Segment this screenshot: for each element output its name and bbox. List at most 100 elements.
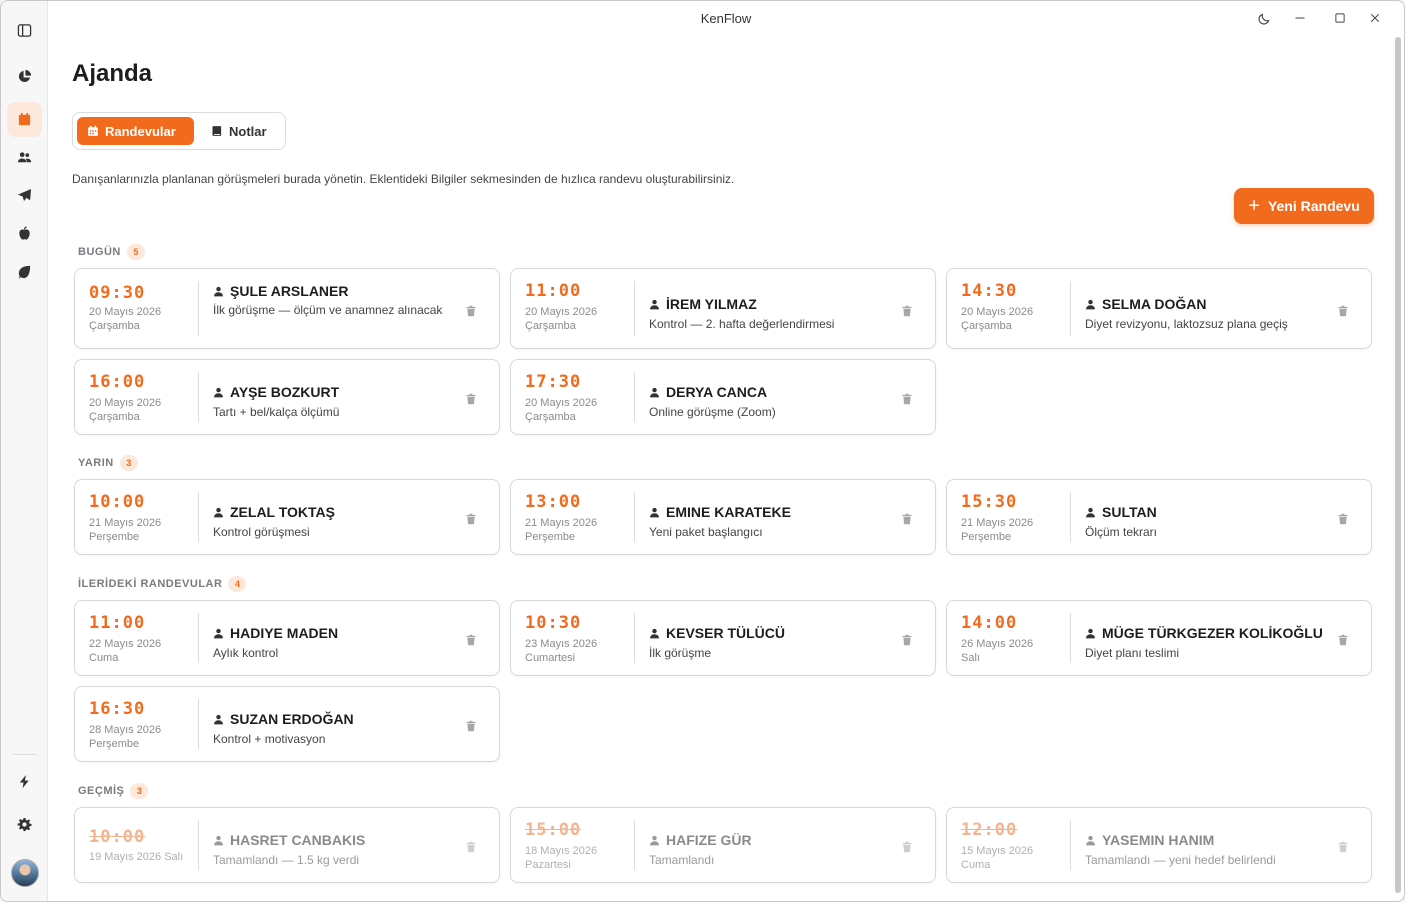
- client-name-text: MÜGE TÜRKGEZER KOLİKOĞLU: [1102, 625, 1323, 641]
- appointment-date-text: 26 Mayıs 2026: [961, 638, 1034, 650]
- leaf-icon[interactable]: [7, 254, 42, 289]
- trash-icon[interactable]: [465, 840, 477, 853]
- trash-icon[interactable]: [1337, 633, 1349, 646]
- tab-randevular[interactable]: Randevular: [77, 117, 194, 145]
- appointment-day: Çarşamba: [961, 320, 1012, 332]
- appointment-time: 14:30: [961, 281, 1018, 301]
- trash-icon[interactable]: [465, 392, 477, 405]
- client-name-text: AYŞE BOZKURT: [230, 384, 340, 400]
- trash-icon[interactable]: [1337, 304, 1349, 317]
- appointment-date-text: 20 Mayıs 2026: [525, 397, 598, 409]
- appointment-card[interactable]: 17:30 20 Mayıs 2026 Çarşamba DERYA CANCA Onl…: [510, 359, 936, 435]
- close-icon[interactable]: [1365, 9, 1385, 27]
- appointment-time: 11:00: [525, 281, 582, 301]
- appointment-note: Tamamlandı — 1.5 kg verdi: [213, 853, 360, 867]
- trash-icon[interactable]: [901, 304, 913, 317]
- client-name-text: İREM YILMAZ: [666, 296, 757, 312]
- plus-icon: +: [1248, 195, 1260, 217]
- card-divider: [1070, 492, 1071, 542]
- client-name-text: HAFIZE GÜR: [666, 832, 752, 848]
- appointment-date: 20 Mayıs 2026 Çarşamba: [525, 305, 630, 333]
- appointment-day: Çarşamba: [89, 411, 140, 423]
- appointment-card[interactable]: 14:00 26 Mayıs 2026 Salı MÜGE TÜRKGEZER KOL…: [946, 600, 1372, 676]
- appointment-card[interactable]: 12:00 15 Mayıs 2026 Cuma YASEMIN HANIM Tamam…: [946, 807, 1372, 883]
- appointment-card[interactable]: 13:00 21 Mayıs 2026 Perşembe EMINE KARATEKE…: [510, 479, 936, 555]
- scrollbar[interactable]: [1395, 35, 1401, 895]
- section-upcoming: İLERİDEKİ RANDEVULAR 4: [78, 576, 247, 592]
- appointment-time: 10:00: [89, 492, 146, 512]
- appointment-card[interactable]: 10:00 21 Mayıs 2026 Perşembe ZELAL TOKTAŞ Ko…: [74, 479, 500, 555]
- trash-icon[interactable]: [901, 633, 913, 646]
- person-icon: [214, 387, 223, 397]
- trash-icon[interactable]: [1337, 840, 1349, 853]
- appointment-card[interactable]: 16:30 28 Mayıs 2026 Perşembe SUZAN ERDOĞAN K…: [74, 686, 500, 762]
- appointment-note: Diyet planı teslimi: [1085, 646, 1180, 660]
- appointment-time: 15:00: [525, 820, 582, 840]
- appointment-card[interactable]: 10:00 19 Mayıs 2026 Salı HASRET CANBAKIS Ta…: [74, 807, 500, 883]
- appointment-date: 20 Mayıs 2026 Çarşamba: [89, 396, 194, 424]
- appointment-time: 16:00: [89, 372, 146, 392]
- person-icon: [214, 628, 223, 638]
- trash-icon[interactable]: [901, 840, 913, 853]
- minimize-icon[interactable]: [1290, 9, 1310, 27]
- trash-icon[interactable]: [465, 633, 477, 646]
- maximize-icon[interactable]: [1330, 9, 1350, 27]
- appointment-card[interactable]: 15:00 18 Mayıs 2026 Pazartesi HAFIZE GÜR Tam…: [510, 807, 936, 883]
- client-name-text: SELMA DOĞAN: [1102, 296, 1207, 312]
- app-window: KenFlow Ajanda Randevular Notlar Danışan…: [0, 0, 1405, 902]
- appointment-day: Çarşamba: [525, 320, 576, 332]
- appointment-day: Çarşamba: [525, 411, 576, 423]
- person-icon: [214, 835, 223, 845]
- pie-chart-icon[interactable]: [7, 59, 42, 94]
- appointment-card[interactable]: 11:00 22 Mayıs 2026 Cuma HADIYE MADEN Aylık …: [74, 600, 500, 676]
- appointment-date-text: 20 Mayıs 2026: [525, 306, 598, 318]
- trash-icon[interactable]: [465, 512, 477, 525]
- appointment-note: İlk görüşme — ölçüm ve anamnez alınacak: [213, 303, 443, 317]
- appointment-card[interactable]: 10:30 23 Mayıs 2026 Cumartesi KEVSER TÜLÜCÜ…: [510, 600, 936, 676]
- appointment-note: Tamamlandı — yeni hedef belirlendi: [1085, 853, 1276, 867]
- avatar[interactable]: [11, 859, 39, 887]
- appointment-date-text: 21 Mayıs 2026: [525, 517, 598, 529]
- card-divider: [198, 613, 199, 663]
- client-name: SULTAN: [1085, 504, 1157, 520]
- tab-label: Notlar: [229, 123, 267, 139]
- appointment-card[interactable]: 09:30 20 Mayıs 2026 Çarşamba ŞULE ARSLANER İ…: [74, 268, 500, 349]
- scrollbar-thumb[interactable]: [1395, 37, 1401, 893]
- appointment-time: 12:00: [961, 820, 1018, 840]
- appointment-date-text: 28 Mayıs 2026: [89, 724, 162, 736]
- trash-icon[interactable]: [901, 392, 913, 405]
- person-icon: [214, 714, 223, 724]
- card-divider: [634, 281, 635, 336]
- moon-icon[interactable]: [1254, 9, 1274, 27]
- appointment-card[interactable]: 15:30 21 Mayıs 2026 Perşembe SULTAN Ölçüm te…: [946, 479, 1372, 555]
- appointment-date-text: 23 Mayıs 2026: [525, 638, 598, 650]
- appointment-date: 26 Mayıs 2026 Salı: [961, 637, 1066, 665]
- appointment-time: 17:30: [525, 372, 582, 392]
- bolt-icon[interactable]: [7, 764, 42, 799]
- new-appointment-button[interactable]: + Yeni Randevu: [1234, 188, 1374, 224]
- appointment-note: Tamamlandı: [649, 853, 715, 867]
- card-divider: [1070, 820, 1071, 870]
- apple-icon[interactable]: [7, 216, 42, 251]
- appointment-card[interactable]: 11:00 20 Mayıs 2026 Çarşamba İREM YILMAZ Kon…: [510, 268, 936, 349]
- appointment-day: Perşembe: [89, 531, 140, 543]
- main-content: Ajanda Randevular Notlar Danışanlarınızl…: [48, 35, 1393, 901]
- trash-icon[interactable]: [465, 719, 477, 732]
- trash-icon[interactable]: [1337, 512, 1349, 525]
- trash-icon[interactable]: [901, 512, 913, 525]
- trash-icon[interactable]: [465, 304, 477, 317]
- appointment-card[interactable]: 16:00 20 Mayıs 2026 Çarşamba AYŞE BOZKURT Ta…: [74, 359, 500, 435]
- card-divider: [198, 372, 199, 422]
- users-icon[interactable]: [7, 140, 42, 175]
- person-icon: [650, 507, 659, 517]
- calendar-icon[interactable]: [7, 102, 42, 137]
- send-icon[interactable]: [7, 178, 42, 213]
- appointment-card[interactable]: 14:30 20 Mayıs 2026 Çarşamba SELMA DOĞAN Diy…: [946, 268, 1372, 349]
- gear-icon[interactable]: [7, 807, 42, 842]
- tab-notlar[interactable]: Notlar: [201, 117, 277, 145]
- calendar-icon: [88, 125, 98, 136]
- sidebar: [1, 1, 48, 901]
- sidebar-toggle-icon[interactable]: [7, 13, 42, 48]
- appointment-note: Kontrol + motivasyon: [213, 732, 326, 746]
- appointment-date: 28 Mayıs 2026 Perşembe: [89, 723, 194, 751]
